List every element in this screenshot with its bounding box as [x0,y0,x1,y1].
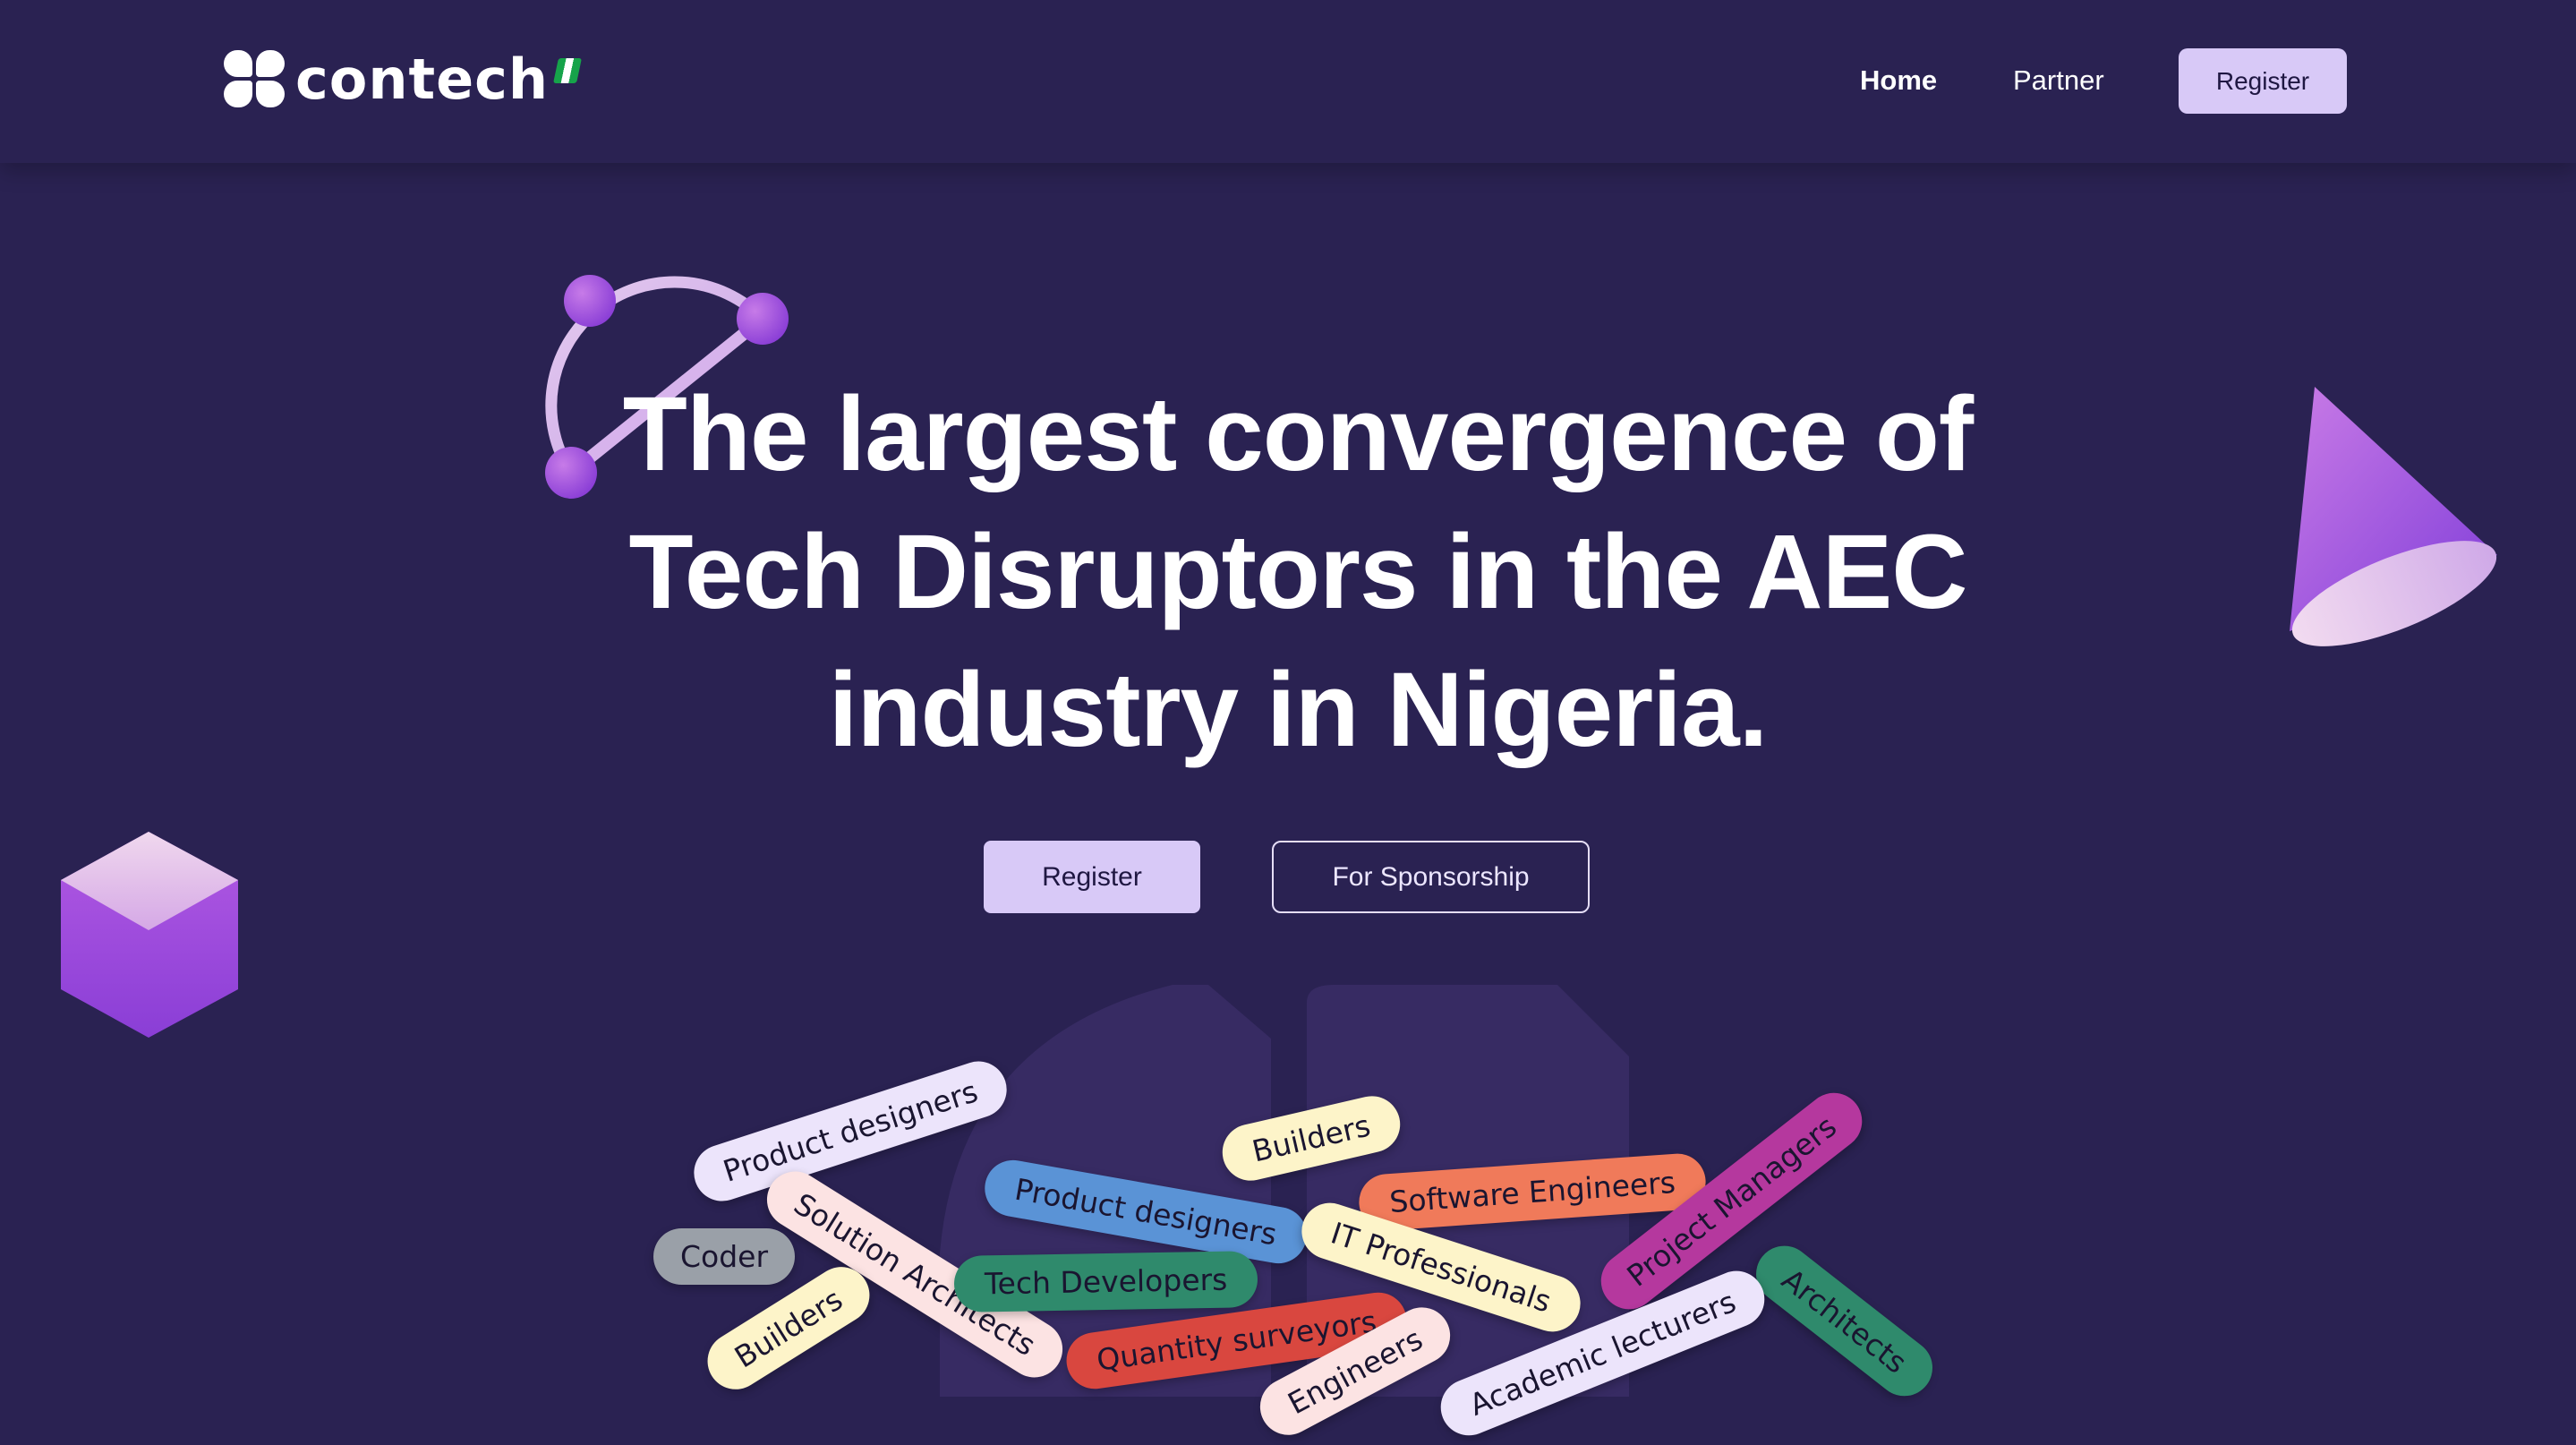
cone-shape-icon [2290,387,2497,646]
hero-heading-line: The largest convergence of [622,375,1974,493]
tag-pill: Architects [1744,1234,1944,1408]
sponsorship-button[interactable]: For Sponsorship [1272,841,1590,913]
logo-mark-icon [224,50,286,109]
contech-logo[interactable]: contech [224,47,583,112]
logo-text: contech [295,47,550,112]
nav-home-link[interactable]: Home [1860,64,1937,97]
hero-register-button[interactable]: Register [984,841,1200,913]
nav-register-button[interactable]: Register [2179,48,2347,114]
cube-shape-icon [61,832,238,1038]
hero-heading-line: industry in Nigeria. [828,651,1769,769]
site-header: contech Home Partner Register [0,0,2576,163]
hero-heading: The largest convergence of Tech Disrupto… [501,365,2094,779]
tag-pill: Coder [653,1228,796,1285]
nigeria-flag-icon [553,58,583,83]
nav-partner-link[interactable]: Partner [2013,64,2104,97]
tag-pill: Tech Developers [953,1251,1258,1312]
hero-heading-line: Tech Disruptors in the AEC [628,513,1967,631]
